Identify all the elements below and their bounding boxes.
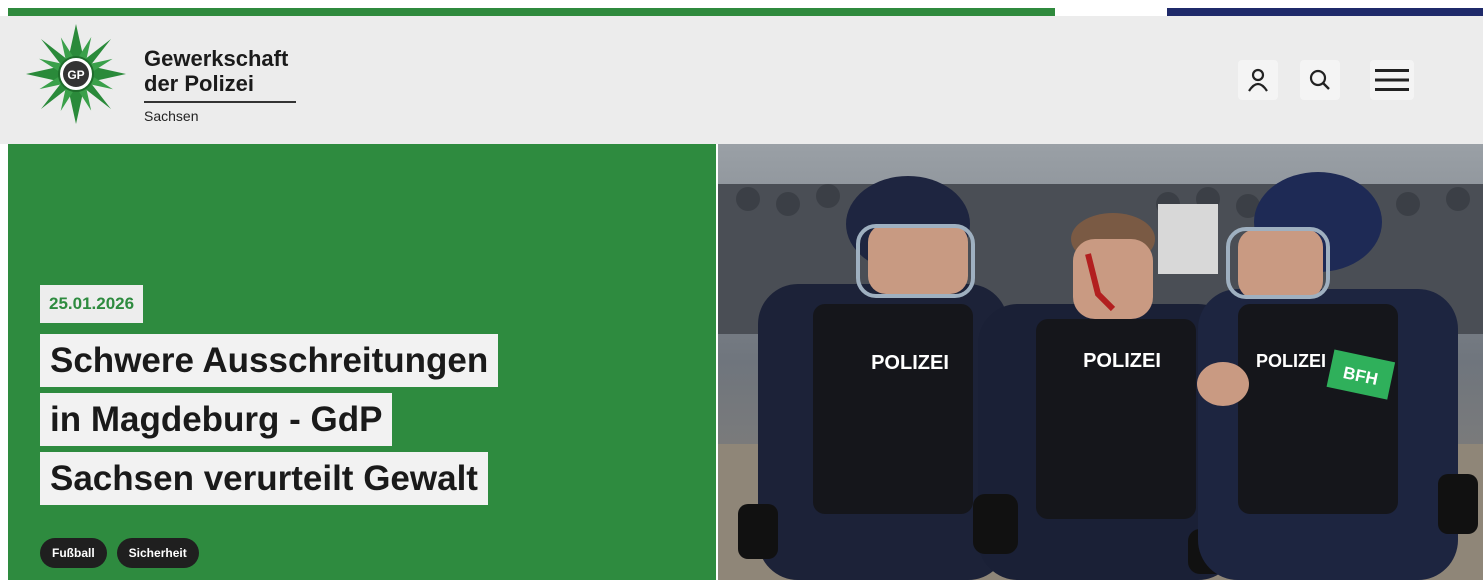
article-date: 25.01.2026: [40, 285, 144, 323]
search-button[interactable]: [1300, 60, 1340, 100]
tag-sicherheit[interactable]: Sicherheit: [116, 538, 199, 568]
vest-label-2: POLIZEI: [1083, 350, 1161, 372]
menu-button[interactable]: [1370, 60, 1414, 100]
top-bar-blue: [1167, 8, 1483, 16]
brand-region: Sachsen: [144, 108, 199, 124]
headline-line-3[interactable]: Sachsen verurteilt Gewalt: [40, 452, 488, 505]
brand-line-1: Gewerkschaft: [144, 46, 289, 71]
headline-line-2[interactable]: in Magdeburg - GdP: [40, 393, 393, 446]
hamburger-menu-icon: [1375, 69, 1409, 91]
site-header: GP Gewerkschaft der Polizei Sachsen: [0, 16, 1483, 144]
gdp-logo[interactable]: GP: [24, 22, 128, 126]
brand-line-2: der Polizei: [144, 71, 255, 96]
brand-divider: [144, 101, 296, 103]
user-icon: [1248, 68, 1268, 92]
brand-text[interactable]: Gewerkschaft der Polizei Sachsen: [144, 46, 296, 124]
vest-label-1: POLIZEI: [871, 352, 949, 374]
vest-label-3: POLIZEI: [1256, 351, 1326, 371]
top-bar-green: [8, 8, 1055, 16]
tag-fussball[interactable]: Fußball: [40, 538, 107, 568]
search-icon: [1309, 69, 1330, 90]
svg-text:GP: GP: [67, 68, 84, 82]
headline-line-1[interactable]: Schwere Ausschreitungen: [40, 334, 499, 387]
tag-list: Fußball Sicherheit: [40, 538, 199, 568]
hero-photo[interactable]: POLIZEI POLIZEI POLIZEI BFH: [718, 144, 1483, 580]
user-button[interactable]: [1238, 60, 1278, 100]
